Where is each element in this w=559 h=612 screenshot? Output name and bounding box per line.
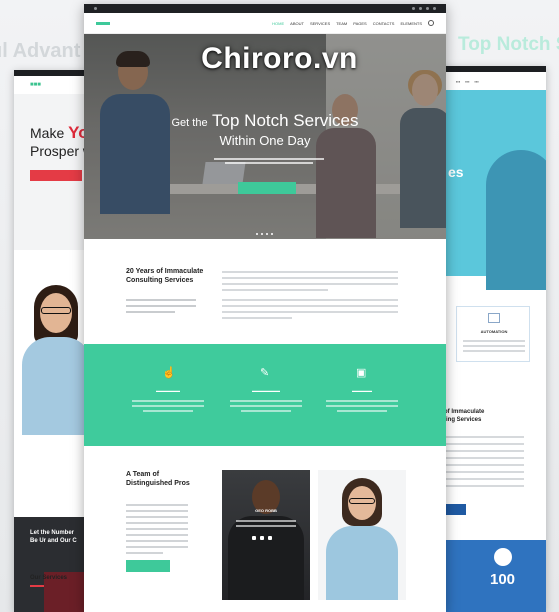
right-hero-heading: es [448, 164, 464, 180]
right-section-text [444, 431, 524, 487]
hero-title-line2: Within One Day [219, 133, 311, 148]
nav-team[interactable]: TEAM [336, 21, 347, 26]
hero-title-big: Top Notch Services [212, 111, 359, 130]
right-section-title-line2: ting Services [444, 417, 482, 423]
facebook-icon[interactable] [412, 7, 415, 10]
center-navbar: HOME ABOUT SERVICES TEAM PAGES CONTACTS … [84, 13, 446, 34]
left-dark-title: Let the Number Be Ur and Our C [30, 529, 77, 545]
center-logo[interactable] [96, 21, 110, 25]
phone-icon [94, 7, 97, 10]
about-paragraph [222, 267, 398, 319]
about-title: 20 Years of Immaculate Consulting Servic… [126, 268, 204, 284]
nav-pages[interactable]: PAGES [353, 21, 367, 26]
instagram-icon[interactable] [433, 7, 436, 10]
center-nav-menu: HOME ABOUT SERVICES TEAM PAGES CONTACTS … [272, 20, 434, 26]
nav-about[interactable]: ABOUT [290, 21, 304, 26]
right-section-title: of Immaculate ting Services [444, 408, 484, 424]
about-section: 20 Years of Immaculate Consulting Servic… [84, 239, 446, 344]
monitor-icon [488, 313, 500, 323]
right-section-title-line1: of Immaculate [444, 409, 485, 415]
center-template-preview: HOME ABOUT SERVICES TEAM PAGES CONTACTS … [84, 4, 446, 612]
right-hero-person [486, 150, 546, 290]
nav-home[interactable]: HOME [272, 21, 284, 26]
hero-title-small: Get the [171, 117, 208, 129]
nav-services[interactable]: SERVICES [310, 21, 330, 26]
right-nav-item[interactable]: ▪▪▪ [465, 79, 469, 84]
google-icon[interactable] [426, 7, 429, 10]
right-feature-title: AUTOMATION [480, 329, 508, 334]
right-nav-item[interactable]: ▪▪▪ [475, 79, 479, 84]
left-woman-photo [14, 275, 92, 435]
center-topbar [84, 4, 446, 13]
hero-subtext [214, 158, 324, 164]
nav-elements[interactable]: ELEMENTS [400, 21, 422, 26]
slider-dots[interactable] [256, 233, 273, 235]
right-feature-box: AUTOMATION [456, 306, 530, 362]
hero-button[interactable] [238, 182, 296, 194]
right-nav-item[interactable]: ▪▪▪ [456, 79, 460, 84]
right-stat-2: 100 [490, 571, 516, 588]
left-dark-title-line2: Be Ur and Our C [30, 538, 77, 544]
twitter-icon[interactable] [419, 7, 422, 10]
left-services-underline [30, 585, 44, 587]
nav-contacts[interactable]: CONTACTS [373, 21, 395, 26]
left-dark-title-line1: Let the Number [30, 530, 75, 536]
about-subtext [126, 295, 196, 313]
left-services-heading: Our Services [30, 575, 68, 581]
left-hero-line1: Make [30, 125, 65, 141]
search-icon[interactable] [428, 20, 434, 26]
screenshot-stage: ul Advant Top Notch S ■■■ Make You Prosp… [0, 0, 559, 612]
left-hero-button[interactable] [30, 170, 82, 181]
stat-icon [494, 548, 512, 566]
hero-heading: Get the Top Notch Services Within One Da… [84, 112, 446, 150]
watermark-text: Chiroro.vn [201, 42, 358, 75]
left-logo: ■■■ [30, 82, 41, 88]
